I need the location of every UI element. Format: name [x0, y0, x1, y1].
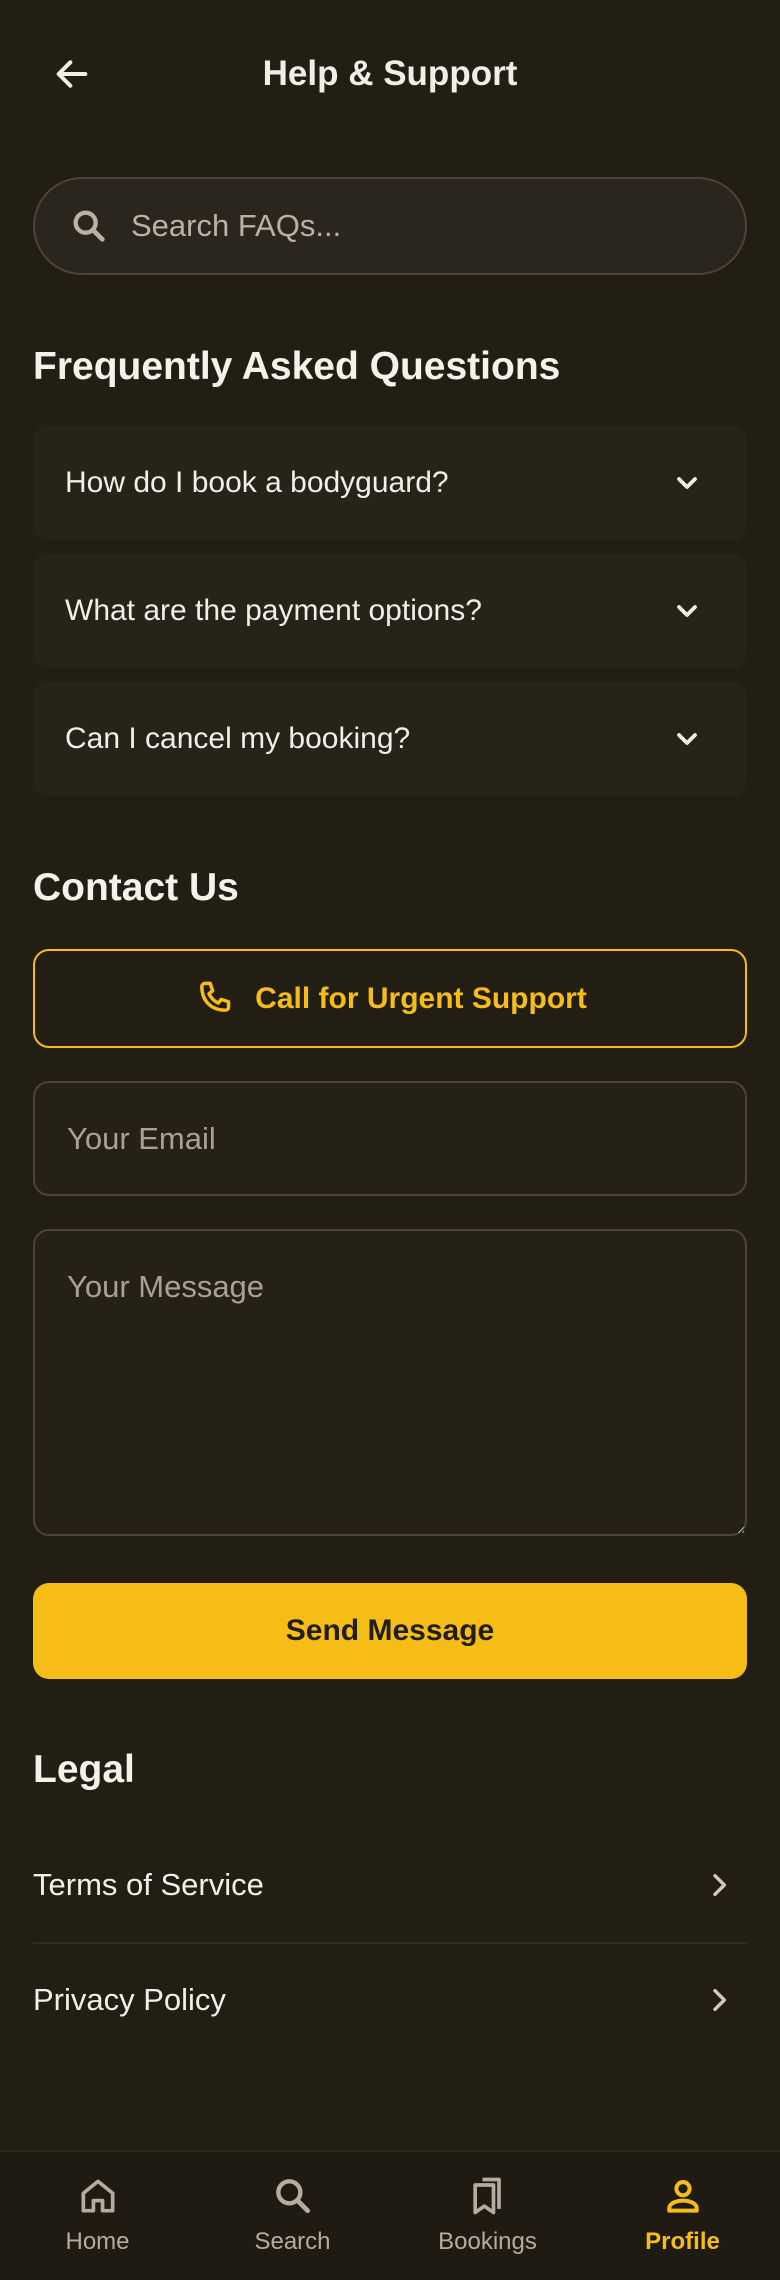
- send-message-button[interactable]: Send Message: [33, 1583, 747, 1679]
- privacy-policy-link[interactable]: Privacy Policy: [33, 1943, 747, 2057]
- page-title: Help & Support: [262, 54, 518, 93]
- nav-label-search: Search: [254, 2228, 331, 2255]
- nav-item-bookings[interactable]: Bookings: [390, 2152, 585, 2280]
- nav-label-profile: Profile: [645, 2228, 720, 2255]
- nav-item-profile[interactable]: Profile: [585, 2152, 780, 2280]
- legal-item-label: Privacy Policy: [33, 1982, 226, 2017]
- search-icon: [69, 206, 109, 246]
- terms-of-service-link[interactable]: Terms of Service: [33, 1828, 747, 1942]
- send-message-label: Send Message: [285, 1614, 495, 1647]
- bottom-navigation: Home Search Bookings Profile: [0, 2150, 780, 2280]
- nav-label-home: Home: [65, 2228, 130, 2255]
- legal-item-label: Terms of Service: [33, 1867, 264, 1902]
- person-icon: [661, 2174, 705, 2218]
- bookmarks-icon: [466, 2174, 510, 2218]
- faq-question: What are the payment options?: [65, 594, 482, 627]
- faq-item[interactable]: What are the payment options?: [33, 554, 747, 668]
- chevron-down-icon: [667, 719, 707, 759]
- legal-section-title: Legal: [33, 1748, 135, 1791]
- urgent-support-label: Call for Urgent Support: [255, 981, 587, 1015]
- header: Help & Support: [0, 0, 780, 140]
- faq-item[interactable]: Can I cancel my booking?: [33, 682, 747, 796]
- email-field[interactable]: [33, 1081, 747, 1196]
- chevron-right-icon: [701, 1982, 737, 2018]
- chevron-down-icon: [667, 591, 707, 631]
- faq-item[interactable]: How do I book a bodyguard?: [33, 426, 747, 540]
- search-bar[interactable]: [33, 177, 747, 275]
- nav-item-home[interactable]: Home: [0, 2152, 195, 2280]
- phone-icon: [200, 981, 231, 1012]
- search-icon: [271, 2174, 315, 2218]
- call-urgent-support-button[interactable]: Call for Urgent Support: [33, 949, 747, 1048]
- nav-item-search[interactable]: Search: [195, 2152, 390, 2280]
- chevron-right-icon: [701, 1867, 737, 1903]
- faq-question: Can I cancel my booking?: [65, 722, 411, 755]
- faq-section-title: Frequently Asked Questions: [33, 345, 561, 388]
- faq-question: How do I book a bodyguard?: [65, 466, 449, 499]
- help-support-screen: Help & Support Frequently Asked Question…: [0, 0, 780, 2280]
- chevron-down-icon: [667, 463, 707, 503]
- nav-label-bookings: Bookings: [438, 2228, 537, 2255]
- contact-section-title: Contact Us: [33, 866, 239, 909]
- search-input[interactable]: [131, 179, 715, 273]
- message-field[interactable]: [33, 1229, 747, 1536]
- home-icon: [76, 2174, 120, 2218]
